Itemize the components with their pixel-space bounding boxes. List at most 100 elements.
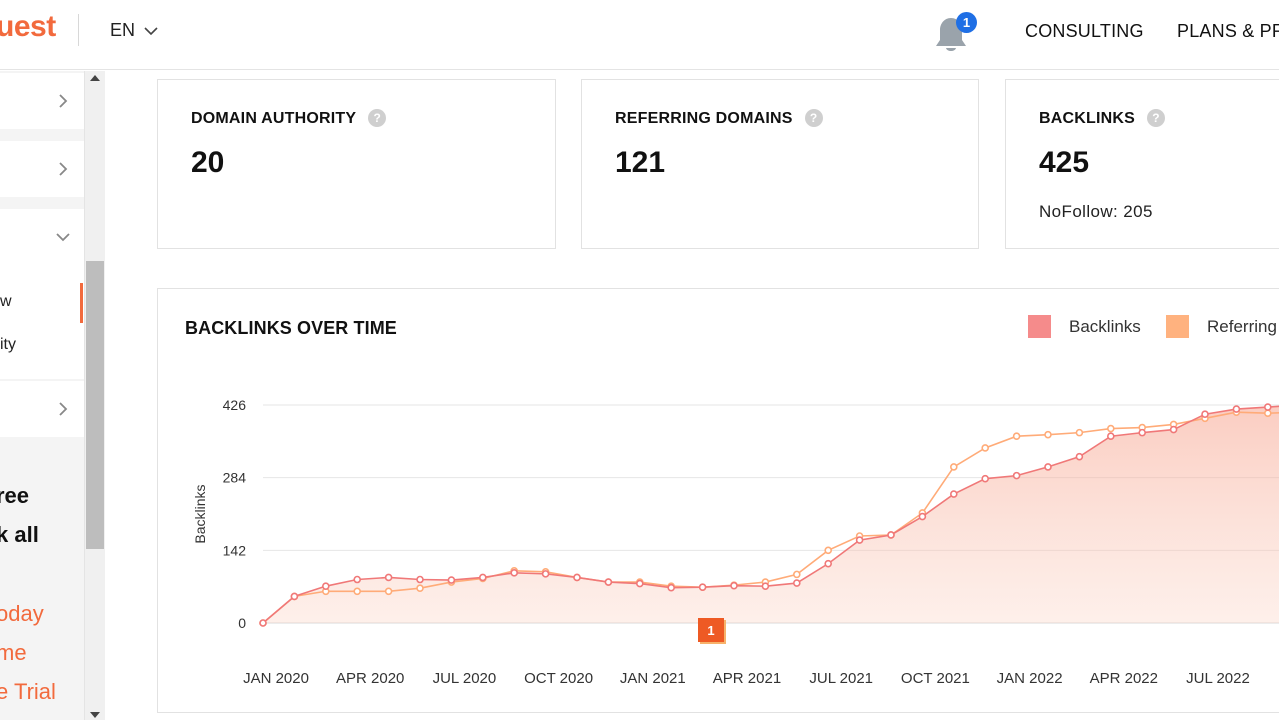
- data-point-backlinks: [981, 474, 990, 483]
- data-point-backlinks: [416, 575, 424, 584]
- x-tick-label: JUL 2022: [1186, 670, 1250, 687]
- nav-consulting[interactable]: CONSULTING: [1025, 21, 1144, 42]
- data-point-referring: [1264, 409, 1272, 417]
- y-axis-label: Backlinks: [192, 484, 208, 543]
- backlinks-over-time-card: 0 142 284 426 Backlinks JAN 2020 APR 2020 JUL 2…: [157, 288, 1279, 713]
- data-point-backlinks: [353, 575, 361, 584]
- notifications-button[interactable]: 1: [934, 12, 977, 52]
- legend-swatch-referring: [1166, 315, 1189, 338]
- data-point-backlinks: [1201, 410, 1209, 419]
- data-point-backlinks: [510, 569, 519, 577]
- data-point-backlinks: [1106, 432, 1115, 441]
- data-point-backlinks: [918, 512, 927, 521]
- data-point-referring: [1075, 428, 1084, 437]
- data-point-backlinks: [824, 559, 833, 568]
- chart-title: BACKLINKS OVER TIME: [185, 318, 397, 338]
- data-point-backlinks: [1012, 471, 1021, 480]
- chevron-down-icon: [56, 233, 70, 242]
- data-point-backlinks: [1138, 428, 1147, 437]
- y-tick-label: 426: [223, 397, 247, 413]
- help-icon[interactable]: ?: [368, 109, 387, 127]
- help-icon[interactable]: ?: [1147, 109, 1166, 127]
- card-title: REFERRING DOMAINS?: [615, 109, 823, 128]
- x-tick-label: APR 2020: [336, 670, 404, 687]
- promo-heading-line-2: k all: [0, 522, 39, 547]
- x-tick-label: JAN 2020: [243, 670, 309, 687]
- chevron-right-icon: [59, 162, 68, 176]
- data-point-backlinks: [667, 583, 676, 592]
- data-point-backlinks: [541, 570, 550, 578]
- language-selector[interactable]: EN: [110, 20, 159, 41]
- scroll-up-arrow-icon[interactable]: [90, 75, 100, 81]
- data-point-backlinks: [322, 582, 330, 590]
- language-label: EN: [110, 20, 136, 40]
- data-point-backlinks: [887, 531, 895, 539]
- data-point-referring: [1106, 424, 1115, 433]
- sidebar-scrollbar[interactable]: [84, 71, 105, 720]
- data-point-backlinks: [290, 592, 299, 601]
- scroll-down-arrow-icon[interactable]: [90, 712, 100, 718]
- card-referring-domains: REFERRING DOMAINS? 121: [581, 79, 979, 249]
- card-value: 20: [191, 146, 225, 179]
- data-point-backlinks: [259, 619, 267, 627]
- data-point-backlinks: [1232, 405, 1241, 413]
- legend-swatch-backlinks: [1028, 315, 1051, 338]
- chevron-down-icon: [144, 26, 158, 35]
- notification-badge: 1: [956, 12, 977, 33]
- promo-link-1[interactable]: oday: [0, 601, 44, 627]
- card-value: 425: [1039, 146, 1090, 179]
- promo-link-2[interactable]: me: [0, 640, 27, 666]
- legend-referring[interactable]: Referring: [1166, 315, 1277, 338]
- x-tick-label: JUL 2020: [433, 670, 497, 687]
- data-point-backlinks: [1169, 425, 1178, 434]
- card-title: BACKLINKS?: [1039, 109, 1166, 128]
- data-point-backlinks: [949, 490, 958, 498]
- data-point-backlinks: [1044, 463, 1052, 471]
- sidebar-item-4[interactable]: [0, 381, 84, 437]
- data-point-backlinks: [384, 573, 393, 582]
- card-title-text: DOMAIN AUTHORITY: [191, 110, 357, 128]
- legend-label-referring: Referring: [1207, 316, 1277, 336]
- logo[interactable]: uest: [0, 10, 56, 44]
- sidebar-item-3[interactable]: [0, 209, 84, 265]
- top-bar: uest EN 1 CONSULTING PLANS & PRI: [0, 0, 1279, 70]
- sidebar-item-2[interactable]: [0, 141, 84, 197]
- nav-plans-pricing[interactable]: PLANS & PRI: [1177, 21, 1279, 42]
- data-point-backlinks: [1264, 403, 1272, 411]
- promo-heading-line-1: ree: [0, 483, 30, 508]
- series-area-backlinks: [263, 406, 1279, 623]
- data-point-referring: [1044, 430, 1052, 439]
- data-point-backlinks: [635, 579, 644, 588]
- legend-backlinks[interactable]: Backlinks: [1028, 315, 1141, 338]
- data-point-backlinks: [1075, 452, 1084, 461]
- sidebar-subitem-overview[interactable]: w: [0, 293, 12, 311]
- promo-link-3[interactable]: e Trial: [0, 679, 56, 705]
- x-tick-label: OCT 2021: [901, 670, 970, 687]
- data-point-referring: [981, 444, 990, 452]
- y-tick-label: 0: [238, 615, 246, 631]
- data-point-backlinks: [730, 581, 738, 590]
- data-point-referring: [824, 546, 833, 555]
- header-divider: [78, 14, 79, 46]
- data-point-referring: [353, 587, 361, 596]
- scroll-thumb[interactable]: [86, 261, 104, 549]
- chevron-right-icon: [59, 94, 68, 108]
- data-point-backlinks: [573, 573, 581, 582]
- x-tick-label: APR 2022: [1090, 670, 1158, 687]
- data-point-backlinks: [447, 576, 456, 584]
- sidebar-submenu: w ity: [0, 265, 84, 379]
- help-icon[interactable]: ?: [804, 109, 823, 127]
- data-point-referring: [949, 463, 958, 471]
- sidebar-active-indicator: [80, 283, 83, 323]
- legend-label-backlinks: Backlinks: [1069, 316, 1141, 336]
- sidebar-item-1[interactable]: [0, 73, 84, 129]
- data-point-backlinks: [792, 579, 801, 587]
- x-tick-label: OCT 2020: [524, 670, 593, 687]
- y-tick-label: 284: [223, 470, 247, 486]
- sidebar-subitem-authority[interactable]: ity: [0, 336, 16, 354]
- card-title-text: REFERRING DOMAINS: [615, 110, 793, 128]
- y-tick-label: 142: [223, 542, 247, 558]
- card-domain-authority: DOMAIN AUTHORITY? 20: [157, 79, 556, 249]
- chevron-right-icon: [59, 402, 68, 416]
- card-title: DOMAIN AUTHORITY?: [191, 109, 387, 128]
